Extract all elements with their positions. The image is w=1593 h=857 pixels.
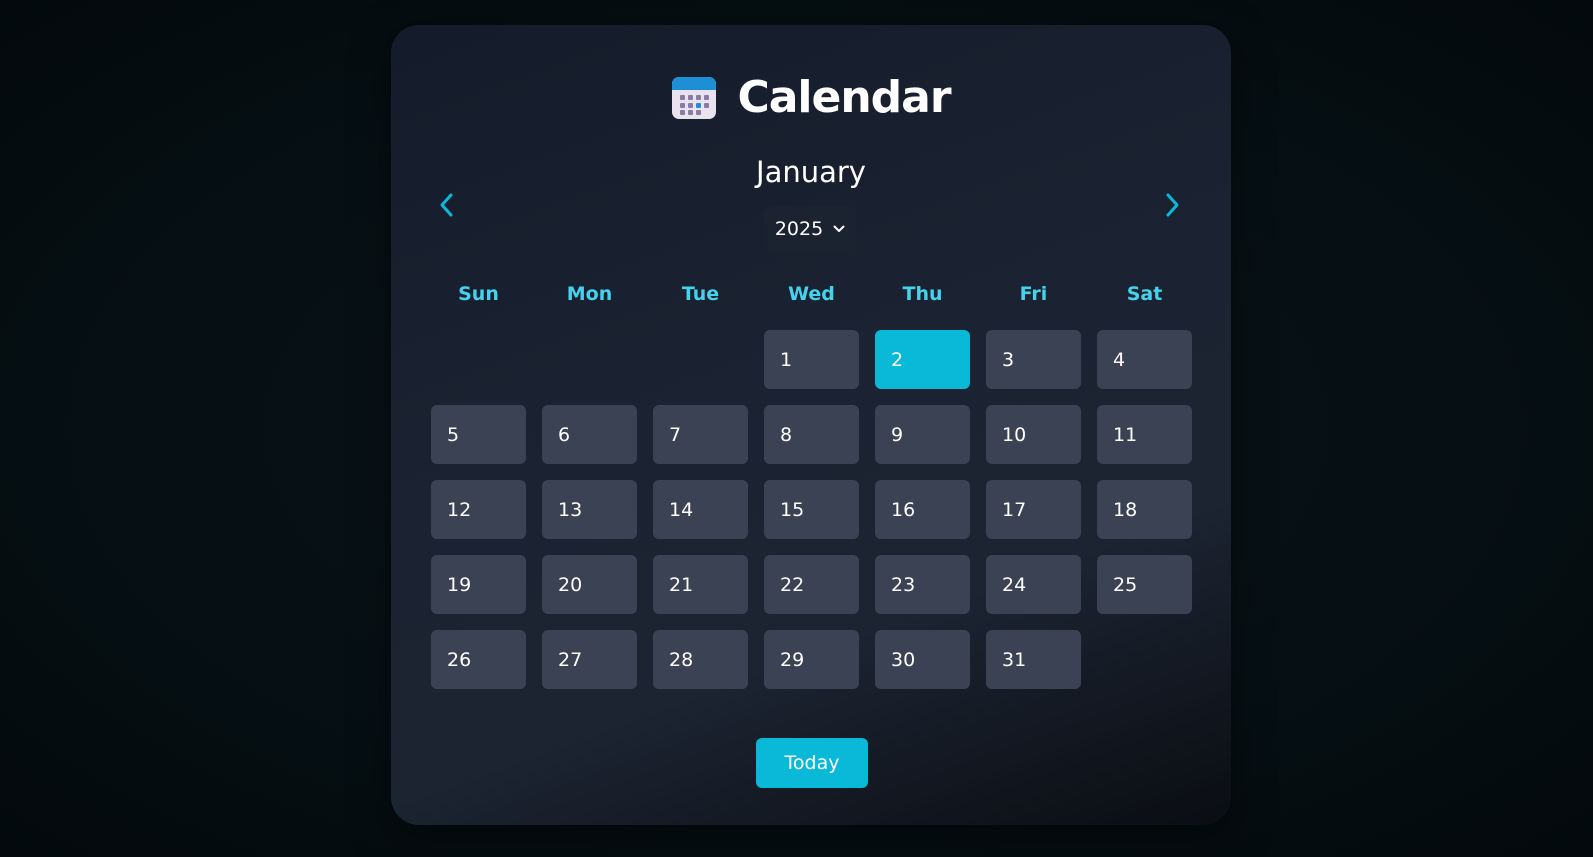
- chevron-down-icon: [833, 225, 845, 232]
- weekday-label: Sat: [1126, 283, 1163, 305]
- weekday-label: Wed: [788, 283, 835, 305]
- day-cell-empty: [431, 330, 526, 389]
- day-cell[interactable]: 26: [431, 630, 526, 689]
- day-cell-empty: [653, 330, 748, 389]
- day-cell[interactable]: 10: [986, 405, 1081, 464]
- day-cell[interactable]: 31: [986, 630, 1081, 689]
- month-label: January: [756, 155, 866, 189]
- day-cell[interactable]: 28: [653, 630, 748, 689]
- day-cell[interactable]: 27: [542, 630, 637, 689]
- day-cell[interactable]: 3: [986, 330, 1081, 389]
- day-cell[interactable]: 23: [875, 555, 970, 614]
- day-cell[interactable]: 6: [542, 405, 637, 464]
- weekday-label: Sun: [458, 283, 499, 305]
- prev-month-button[interactable]: [427, 185, 467, 225]
- day-cell[interactable]: 16: [875, 480, 970, 539]
- chevron-right-icon: [1166, 193, 1179, 217]
- calendar-card: Calendar January 2025 Sun Mon Tue Wed Thu Fri…: [391, 25, 1231, 825]
- today-button[interactable]: Today: [756, 738, 868, 788]
- day-cell[interactable]: 5: [431, 405, 526, 464]
- day-cell[interactable]: 13: [542, 480, 637, 539]
- day-cell[interactable]: 18: [1097, 480, 1192, 539]
- calendar-icon: [672, 77, 717, 119]
- day-cell[interactable]: 1: [764, 330, 859, 389]
- day-cell[interactable]: 24: [986, 555, 1081, 614]
- day-cell[interactable]: 19: [431, 555, 526, 614]
- day-cell[interactable]: 4: [1097, 330, 1192, 389]
- chevron-left-icon: [440, 193, 453, 217]
- days-grid: 1 2 3 4 5 6 7 8 9 10 11 12 13 14 15 16 17 18 19 20 21 22 23 24 2…: [431, 330, 1192, 689]
- weekday-label: Tue: [681, 283, 720, 305]
- year-select-value: 2025: [774, 218, 824, 240]
- day-cell-selected[interactable]: 2: [875, 330, 970, 389]
- day-cell[interactable]: 15: [764, 480, 859, 539]
- day-cell[interactable]: 20: [542, 555, 637, 614]
- weekday-label: Thu: [902, 283, 943, 305]
- day-cell[interactable]: 21: [653, 555, 748, 614]
- day-cell[interactable]: 25: [1097, 555, 1192, 614]
- day-cell[interactable]: 11: [1097, 405, 1192, 464]
- day-cell[interactable]: 9: [875, 405, 970, 464]
- day-cell[interactable]: 17: [986, 480, 1081, 539]
- day-cell[interactable]: 22: [764, 555, 859, 614]
- year-select[interactable]: 2025: [764, 206, 856, 252]
- weekday-header-row: Sun Mon Tue Wed Thu Fri Sat: [431, 283, 1191, 305]
- calendar-header: Calendar: [391, 67, 1231, 127]
- day-cell-empty: [542, 330, 637, 389]
- day-cell[interactable]: 12: [431, 480, 526, 539]
- weekday-label: Mon: [566, 283, 613, 305]
- day-cell[interactable]: 14: [653, 480, 748, 539]
- day-cell[interactable]: 30: [875, 630, 970, 689]
- page-title: Calendar: [737, 71, 951, 123]
- day-cell[interactable]: 29: [764, 630, 859, 689]
- weekday-label: Fri: [1019, 283, 1048, 305]
- day-cell[interactable]: 7: [653, 405, 748, 464]
- day-cell[interactable]: 8: [764, 405, 859, 464]
- next-month-button[interactable]: [1152, 185, 1192, 225]
